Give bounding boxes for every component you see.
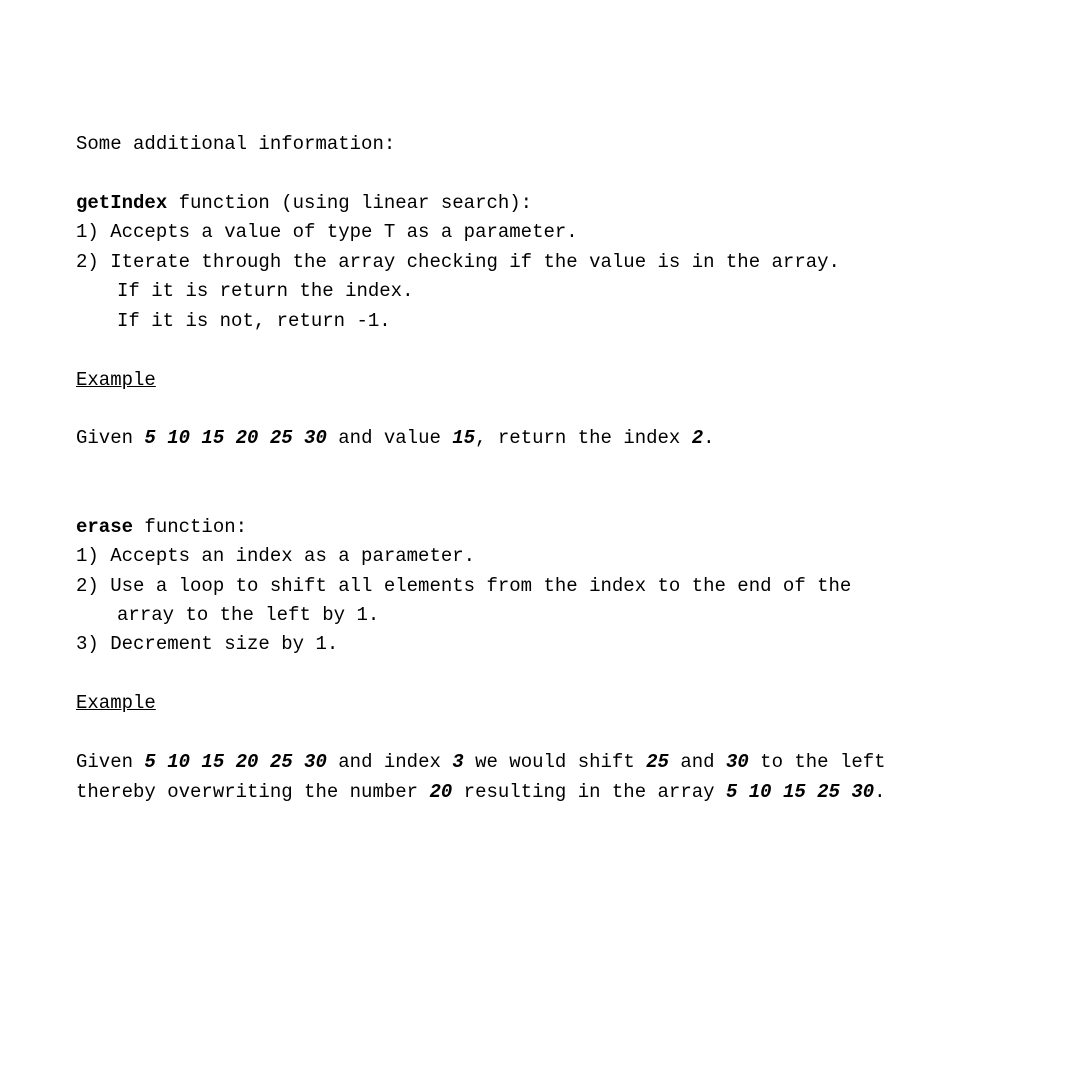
getindex-heading: getIndex function (using linear search): xyxy=(76,189,1010,218)
erase-step-2a: array to the left by 1. xyxy=(76,601,1010,630)
text: resulting in the array xyxy=(452,781,726,803)
example-label-text: Example xyxy=(76,692,156,714)
text: Given xyxy=(76,751,144,773)
text: and xyxy=(669,751,726,773)
text: and value xyxy=(327,427,452,449)
erase-example-line-2: thereby overwriting the number 20 result… xyxy=(76,778,1010,807)
spacer xyxy=(76,660,1010,689)
getindex-step-1: 1) Accepts a value of type T as a parame… xyxy=(76,218,1010,247)
getindex-heading-rest: function (using linear search): xyxy=(167,192,532,214)
erase-step-2: 2) Use a loop to shift all elements from… xyxy=(76,572,1010,601)
erase-example-line-1: Given 5 10 15 20 25 30 and index 3 we wo… xyxy=(76,748,1010,777)
spacer xyxy=(76,719,1010,748)
spacer xyxy=(76,454,1010,483)
erase-name: erase xyxy=(76,516,133,538)
intro-text: Some additional information: xyxy=(76,130,1010,159)
text: , return the index xyxy=(475,427,692,449)
erase-heading: erase function: xyxy=(76,513,1010,542)
erase-step-3: 3) Decrement size by 1. xyxy=(76,630,1010,659)
spacer xyxy=(76,336,1010,365)
getindex-step-2b: If it is not, return -1. xyxy=(76,307,1010,336)
result-array: 5 10 15 25 30 xyxy=(726,781,874,803)
example-result: 2 xyxy=(692,427,703,449)
text: we would shift xyxy=(464,751,646,773)
erase-example-label: Example xyxy=(76,689,1010,718)
example-array: 5 10 15 20 25 30 xyxy=(144,427,326,449)
example-label-text: Example xyxy=(76,369,156,391)
text: and index xyxy=(327,751,452,773)
getindex-name: getIndex xyxy=(76,192,167,214)
getindex-example-line: Given 5 10 15 20 25 30 and value 15, ret… xyxy=(76,424,1010,453)
erase-heading-rest: function: xyxy=(133,516,247,538)
example-index: 3 xyxy=(452,751,463,773)
text: . xyxy=(874,781,885,803)
example-array: 5 10 15 20 25 30 xyxy=(144,751,326,773)
spacer xyxy=(76,159,1010,188)
overwrite-value: 20 xyxy=(429,781,452,803)
shift-value-1: 25 xyxy=(646,751,669,773)
text: thereby overwriting the number xyxy=(76,781,429,803)
text: . xyxy=(703,427,714,449)
getindex-example-label: Example xyxy=(76,366,1010,395)
document-page: Some additional information: getIndex fu… xyxy=(0,0,1086,1007)
text: to the left xyxy=(749,751,886,773)
spacer xyxy=(76,483,1010,512)
getindex-step-2a: If it is return the index. xyxy=(76,277,1010,306)
shift-value-2: 30 xyxy=(726,751,749,773)
example-value: 15 xyxy=(452,427,475,449)
spacer xyxy=(76,395,1010,424)
text: Given xyxy=(76,427,144,449)
erase-step-1: 1) Accepts an index as a parameter. xyxy=(76,542,1010,571)
getindex-step-2: 2) Iterate through the array checking if… xyxy=(76,248,1010,277)
